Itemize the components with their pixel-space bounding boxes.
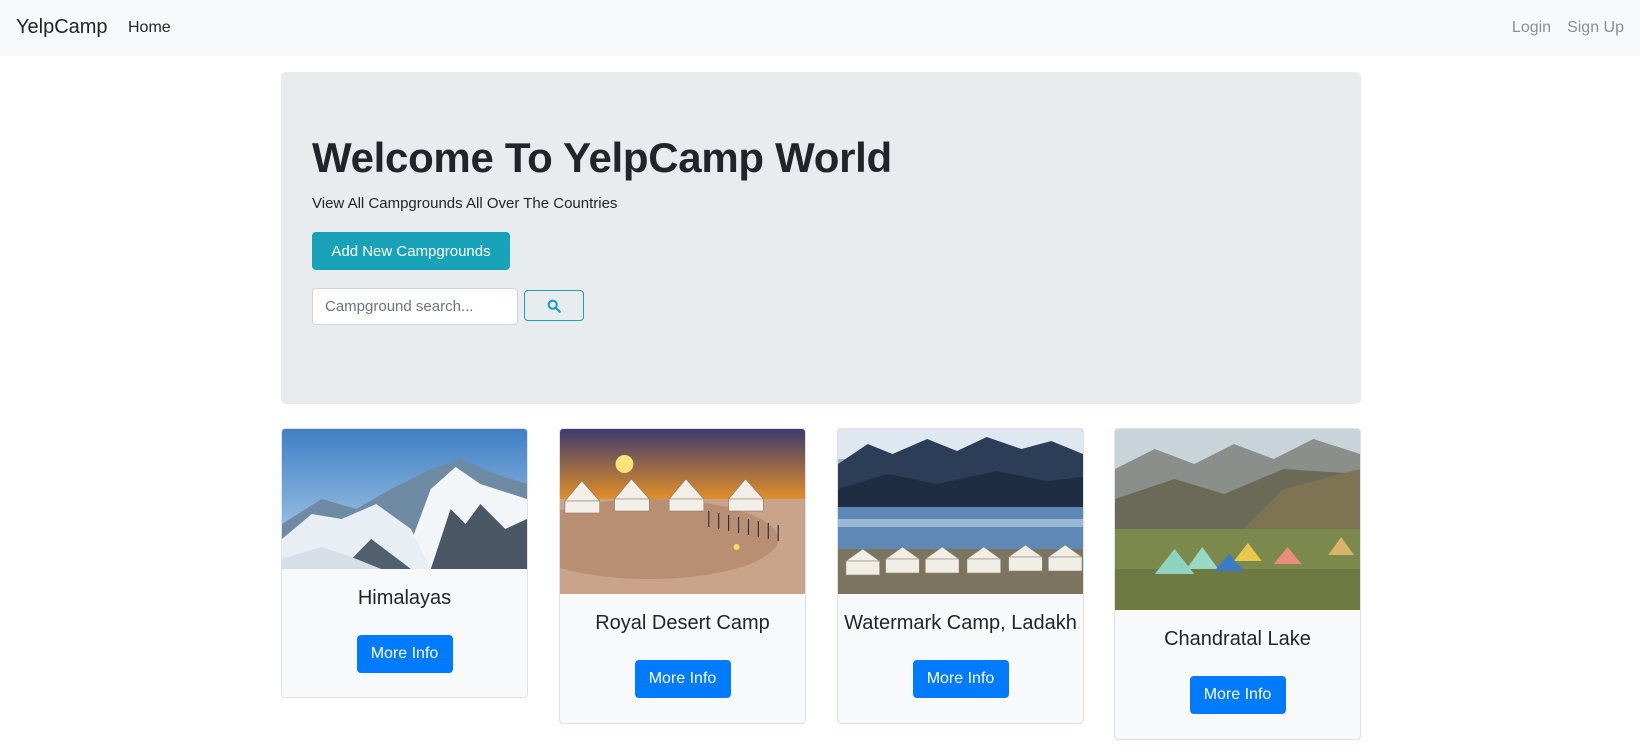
- more-info-button[interactable]: More Info: [634, 660, 731, 698]
- snowy-mountains-photo: [282, 429, 527, 569]
- navbar: YelpCamp Home Login Sign Up: [0, 0, 1640, 56]
- campground-card: Watermark Camp, Ladakh More Info: [837, 428, 1084, 724]
- brand-link[interactable]: YelpCamp: [16, 16, 108, 39]
- search-icon: [547, 299, 561, 313]
- add-campground-button[interactable]: Add New Campgrounds: [312, 232, 510, 270]
- lake-tents-mountains-photo: [838, 429, 1083, 594]
- jumbotron: Welcome To YelpCamp World View All Campg…: [281, 72, 1361, 404]
- page-title: Welcome To YelpCamp World: [312, 134, 892, 181]
- page-subtitle: View All Campgrounds All Over The Countr…: [312, 195, 618, 212]
- campground-name: Royal Desert Camp: [595, 612, 770, 634]
- campground-name: Watermark Camp, Ladakh: [844, 612, 1077, 634]
- campground-card: Chandratal Lake More Info: [1114, 428, 1361, 740]
- more-info-button[interactable]: More Info: [356, 635, 453, 673]
- signup-link[interactable]: Sign Up: [1567, 19, 1624, 37]
- valley-tents-photo: [1115, 429, 1360, 610]
- search-input[interactable]: [312, 288, 518, 325]
- campground-card: Himalayas More Info: [281, 428, 528, 698]
- nav-auth-links: Login Sign Up: [1512, 19, 1624, 37]
- desert-tents-sunset-photo: [560, 429, 805, 594]
- nav-home-link[interactable]: Home: [128, 19, 171, 37]
- more-info-button[interactable]: More Info: [912, 660, 1009, 698]
- campground-name: Himalayas: [357, 587, 452, 609]
- campground-name: Chandratal Lake: [1164, 628, 1311, 650]
- login-link[interactable]: Login: [1512, 19, 1551, 37]
- campground-card: Royal Desert Camp More Info: [559, 428, 806, 724]
- search-button[interactable]: [524, 290, 584, 321]
- more-info-button[interactable]: More Info: [1189, 676, 1286, 714]
